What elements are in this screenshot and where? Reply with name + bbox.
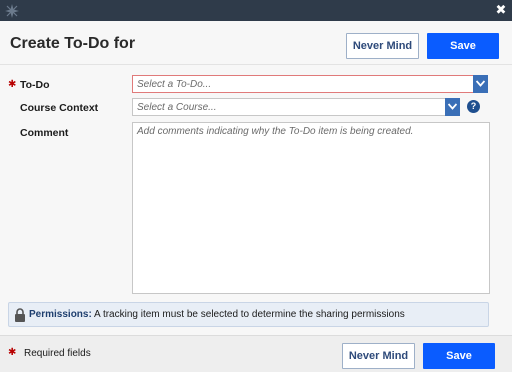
never-mind-button[interactable]: Never Mind	[346, 33, 419, 59]
todo-select[interactable]: Select a To-Do...	[132, 75, 488, 93]
permissions-message: A tracking item must be selected to dete…	[94, 309, 405, 320]
save-button[interactable]: Save	[427, 33, 499, 59]
required-asterisk-icon: ✱	[8, 79, 17, 90]
course-select[interactable]: Select a Course...	[132, 98, 460, 116]
todo-label: To-Do	[20, 79, 50, 91]
close-icon[interactable]: ✖	[494, 2, 508, 18]
lock-icon	[15, 308, 25, 322]
title-bar: ✖	[0, 0, 512, 21]
dialog-title: Create To-Do for	[10, 35, 136, 52]
star-logo-icon	[5, 4, 19, 18]
dialog-footer: ✱ Required fields Never Mind Save	[0, 335, 512, 372]
chevron-down-icon[interactable]	[473, 75, 488, 93]
course-context-label: Course Context	[20, 102, 99, 114]
comment-placeholder: Add comments indicating why the To-Do it…	[137, 126, 414, 137]
dialog-header: Create To-Do for Never Mind Save	[0, 21, 512, 65]
course-select-placeholder: Select a Course...	[137, 102, 217, 113]
comment-textarea[interactable]: Add comments indicating why the To-Do it…	[132, 122, 490, 294]
comment-label: Comment	[20, 127, 69, 139]
chevron-down-icon[interactable]	[445, 98, 460, 116]
never-mind-button[interactable]: Never Mind	[342, 343, 415, 369]
permissions-text: Permissions: A tracking item must be sel…	[29, 309, 405, 320]
required-asterisk-icon: ✱	[8, 347, 17, 358]
required-fields-note: Required fields	[24, 348, 91, 359]
form-body: ✱ To-Do Select a To-Do... Course Context…	[0, 65, 512, 335]
todo-select-placeholder: Select a To-Do...	[137, 79, 212, 90]
permissions-notice: Permissions: A tracking item must be sel…	[8, 302, 489, 327]
permissions-heading: Permissions:	[29, 309, 92, 320]
help-icon[interactable]: ?	[467, 100, 480, 113]
save-button[interactable]: Save	[423, 343, 495, 369]
